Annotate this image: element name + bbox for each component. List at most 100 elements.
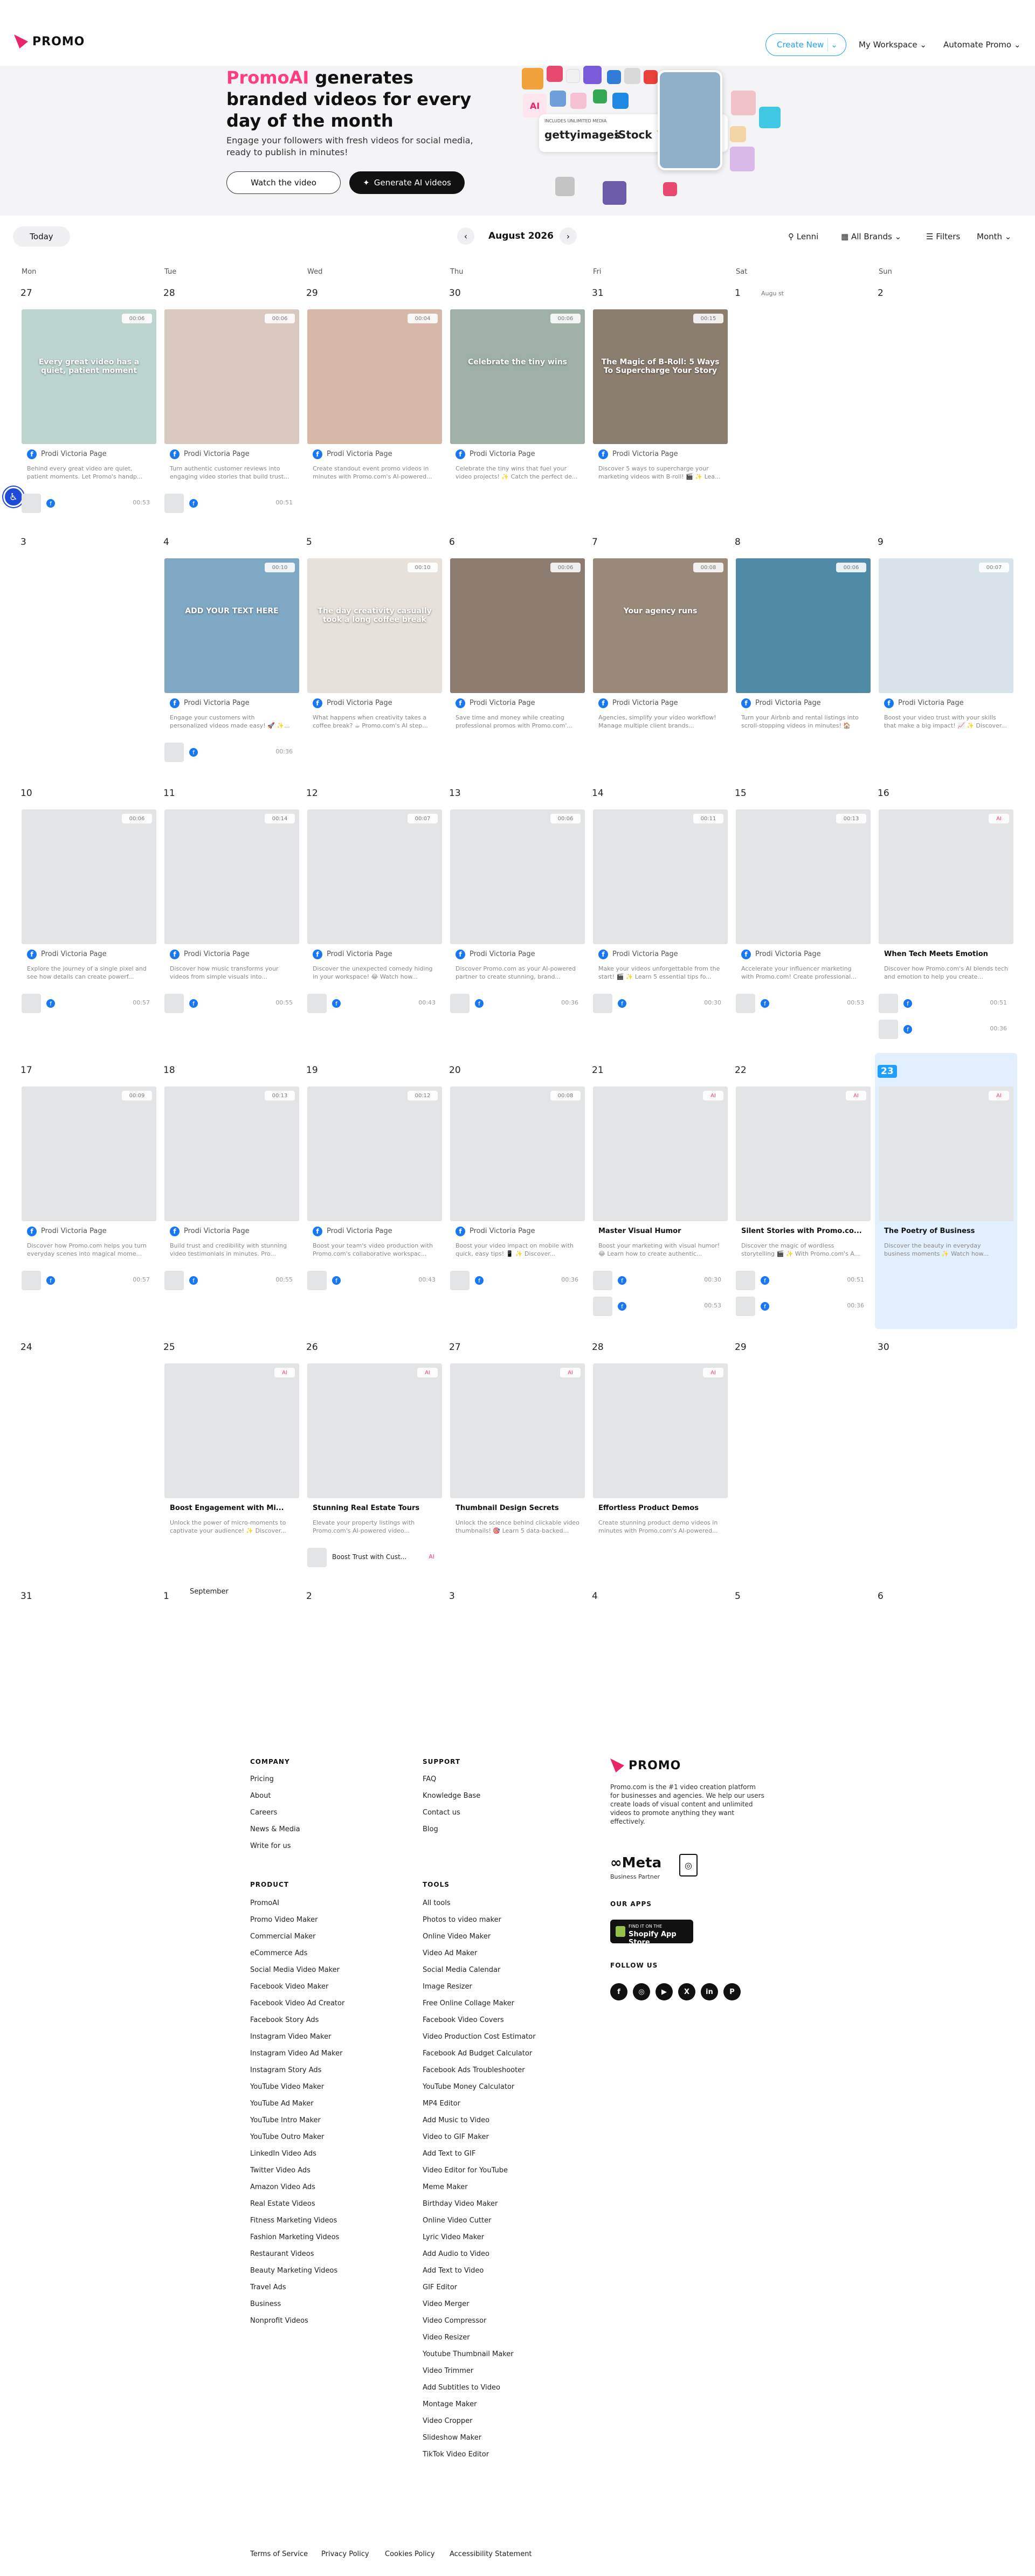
post-thumbnail[interactable] <box>450 1271 470 1290</box>
scheduled-post-row[interactable]: f 00:55 <box>164 1271 299 1290</box>
post-thumbnail[interactable] <box>164 494 184 513</box>
day-number[interactable]: 30 <box>449 288 461 299</box>
view-selector[interactable]: Month ⌄ <box>977 232 1011 241</box>
footer-link[interactable]: YouTube Intro Maker <box>250 2116 344 2133</box>
footer-link[interactable]: Fitness Marketing Videos <box>250 2217 344 2233</box>
day-number[interactable]: 29 <box>735 1342 747 1353</box>
scheduled-post-row[interactable]: f 00:36 <box>736 1297 871 1316</box>
footer-link[interactable]: Video Compressor <box>423 2317 536 2333</box>
facebook-icon[interactable]: f <box>610 1983 627 2000</box>
post-card[interactable]: 00:06 f Prodi Victoria Page Save time and m… <box>450 558 585 736</box>
day-number[interactable]: 14 <box>592 788 604 799</box>
post-thumbnail[interactable] <box>593 1297 612 1316</box>
create-new-button[interactable]: Create New ⌄ <box>765 33 846 56</box>
footer-link[interactable]: Commercial Maker <box>250 1933 344 1949</box>
post-thumbnail[interactable]: AI <box>879 809 1013 944</box>
footer-link[interactable]: YouTube Outro Maker <box>250 2133 344 2150</box>
filters-button[interactable]: ☰ Filters <box>926 232 960 241</box>
post-card[interactable]: 00:07 f Prodi Victoria Page Boost your vide… <box>879 558 1013 736</box>
footer-link[interactable]: News & Media <box>250 1825 300 1842</box>
post-thumbnail[interactable]: Your agency runs 00:08 <box>593 558 728 693</box>
footer-link[interactable]: Amazon Video Ads <box>250 2183 344 2200</box>
day-number[interactable]: 16 <box>878 788 889 799</box>
scheduled-post-row[interactable]: f 00:36 <box>450 994 585 1013</box>
post-thumbnail[interactable]: 00:09 <box>22 1086 156 1221</box>
day-number[interactable]: 4 <box>592 1591 598 1602</box>
footer-link[interactable]: Blog <box>423 1825 480 1842</box>
scheduled-post-row[interactable]: f 00:30 <box>593 1271 728 1290</box>
footer-link[interactable]: Video Production Cost Estimator <box>423 2033 536 2049</box>
scheduled-post-row[interactable]: f 00:36 <box>450 1271 585 1290</box>
post-thumbnail[interactable] <box>593 1271 612 1290</box>
post-thumbnail[interactable] <box>879 1020 898 1039</box>
post-card[interactable]: 00:07 f Prodi Victoria Page Discover the un… <box>307 809 442 987</box>
post-card[interactable]: 00:08 f Prodi Victoria Page Boost your vide… <box>450 1086 585 1264</box>
day-number[interactable]: 5 <box>735 1591 741 1602</box>
post-card[interactable]: 00:06 f Prodi Victoria Page Turn your Airbn… <box>736 558 871 736</box>
footer-link[interactable]: Careers <box>250 1809 300 1825</box>
footer-link[interactable]: FAQ <box>423 1775 480 1792</box>
ai-post-card[interactable]: AI Stunning Real Estate Tours Elevate your… <box>307 1363 442 1541</box>
post-thumbnail[interactable]: 00:06 <box>164 309 299 444</box>
day-number[interactable]: 23 <box>878 1065 897 1078</box>
post-card[interactable]: Celebrate the tiny wins 00:06 f Prodi Victo… <box>450 309 585 487</box>
day-number[interactable]: 31 <box>592 288 604 299</box>
day-number[interactable]: 2 <box>878 288 884 299</box>
footer-logo[interactable]: PROMO <box>610 1758 681 1772</box>
chevron-down-icon[interactable]: ⌄ <box>827 38 840 51</box>
day-number[interactable]: 31 <box>20 1591 32 1602</box>
day-number[interactable]: 3 <box>20 537 26 548</box>
footer-link[interactable]: Meme Maker <box>423 2183 536 2200</box>
post-card[interactable]: 00:06 f Prodi Victoria Page Explore the jou… <box>22 809 156 987</box>
next-month-button[interactable]: › <box>560 227 577 245</box>
post-card[interactable]: The day creativity casually took a long … <box>307 558 442 736</box>
day-number[interactable]: 19 <box>306 1065 318 1076</box>
scheduled-post-row[interactable]: f 00:36 <box>879 1020 1013 1039</box>
legal-link[interactable]: Privacy Policy <box>321 2550 369 2558</box>
post-card[interactable]: 00:11 f Prodi Victoria Page Make your video… <box>593 809 728 987</box>
day-number[interactable]: 8 <box>735 537 741 548</box>
shopify-app-store-badge[interactable]: FIND IT ON THE Shopify App Store <box>610 1920 693 1947</box>
post-thumbnail[interactable] <box>164 743 184 762</box>
footer-link[interactable]: YouTube Money Calculator <box>423 2083 536 2100</box>
footer-link[interactable]: Instagram Video Ad Maker <box>250 2049 344 2066</box>
post-thumbnail[interactable]: ADD YOUR TEXT HERE 00:10 <box>164 558 299 693</box>
footer-link[interactable]: YouTube Video Maker <box>250 2083 344 2100</box>
day-number[interactable]: 27 <box>20 288 32 299</box>
accessibility-icon[interactable]: ♿ <box>3 487 24 507</box>
footer-link[interactable]: Video to GIF Maker <box>423 2133 536 2150</box>
scheduled-post-row[interactable]: f 00:43 <box>307 994 442 1013</box>
generate-ai-videos-button[interactable]: ✦ Generate AI videos <box>349 171 465 194</box>
day-number[interactable]: 12 <box>306 788 318 799</box>
post-thumbnail[interactable] <box>307 1548 327 1567</box>
ai-post-card[interactable]: AI When Tech Meets Emotion Discover how Pr… <box>879 809 1013 987</box>
footer-link[interactable]: GIF Editor <box>423 2283 536 2300</box>
nav-my-workspace[interactable]: My Workspace ⌄ <box>859 40 927 50</box>
footer-link[interactable]: MP4 Editor <box>423 2100 536 2116</box>
footer-link[interactable]: Add Text to GIF <box>423 2150 536 2166</box>
day-number[interactable]: 21 <box>592 1065 604 1076</box>
day-number[interactable]: 4 <box>163 537 169 548</box>
post-card[interactable]: Your agency runs 00:08 f Prodi Victoria Pag… <box>593 558 728 736</box>
scheduled-post-row[interactable]: f 00:53 <box>22 494 156 513</box>
post-card[interactable]: 00:04 f Prodi Victoria Page Create standout… <box>307 309 442 487</box>
post-thumbnail[interactable] <box>450 994 470 1013</box>
post-card[interactable]: 00:13 f Prodi Victoria Page Build trust and… <box>164 1086 299 1264</box>
footer-link[interactable]: Instagram Story Ads <box>250 2066 344 2083</box>
footer-link[interactable]: Add Music to Video <box>423 2116 536 2133</box>
day-number[interactable]: 11 <box>163 788 175 799</box>
footer-link[interactable]: Video Ad Maker <box>423 1949 536 1966</box>
scheduled-post-row[interactable]: f 00:57 <box>22 994 156 1013</box>
day-number[interactable]: 27 <box>449 1342 461 1353</box>
post-thumbnail[interactable] <box>22 494 41 513</box>
footer-link[interactable]: Video Cropper <box>423 2417 536 2434</box>
footer-link[interactable]: TikTok Video Editor <box>423 2450 536 2467</box>
nav-automate-promo[interactable]: Automate Promo ⌄ <box>943 40 1020 50</box>
post-thumbnail[interactable]: 00:06 <box>450 558 585 693</box>
post-thumbnail[interactable] <box>879 994 898 1013</box>
footer-link[interactable]: Facebook Video Maker <box>250 1983 344 1999</box>
post-thumbnail[interactable]: AI <box>450 1363 585 1498</box>
legal-link[interactable]: Cookies Policy <box>385 2550 434 2558</box>
post-thumbnail[interactable]: 00:11 <box>593 809 728 944</box>
x-icon[interactable]: X <box>678 1983 695 2000</box>
